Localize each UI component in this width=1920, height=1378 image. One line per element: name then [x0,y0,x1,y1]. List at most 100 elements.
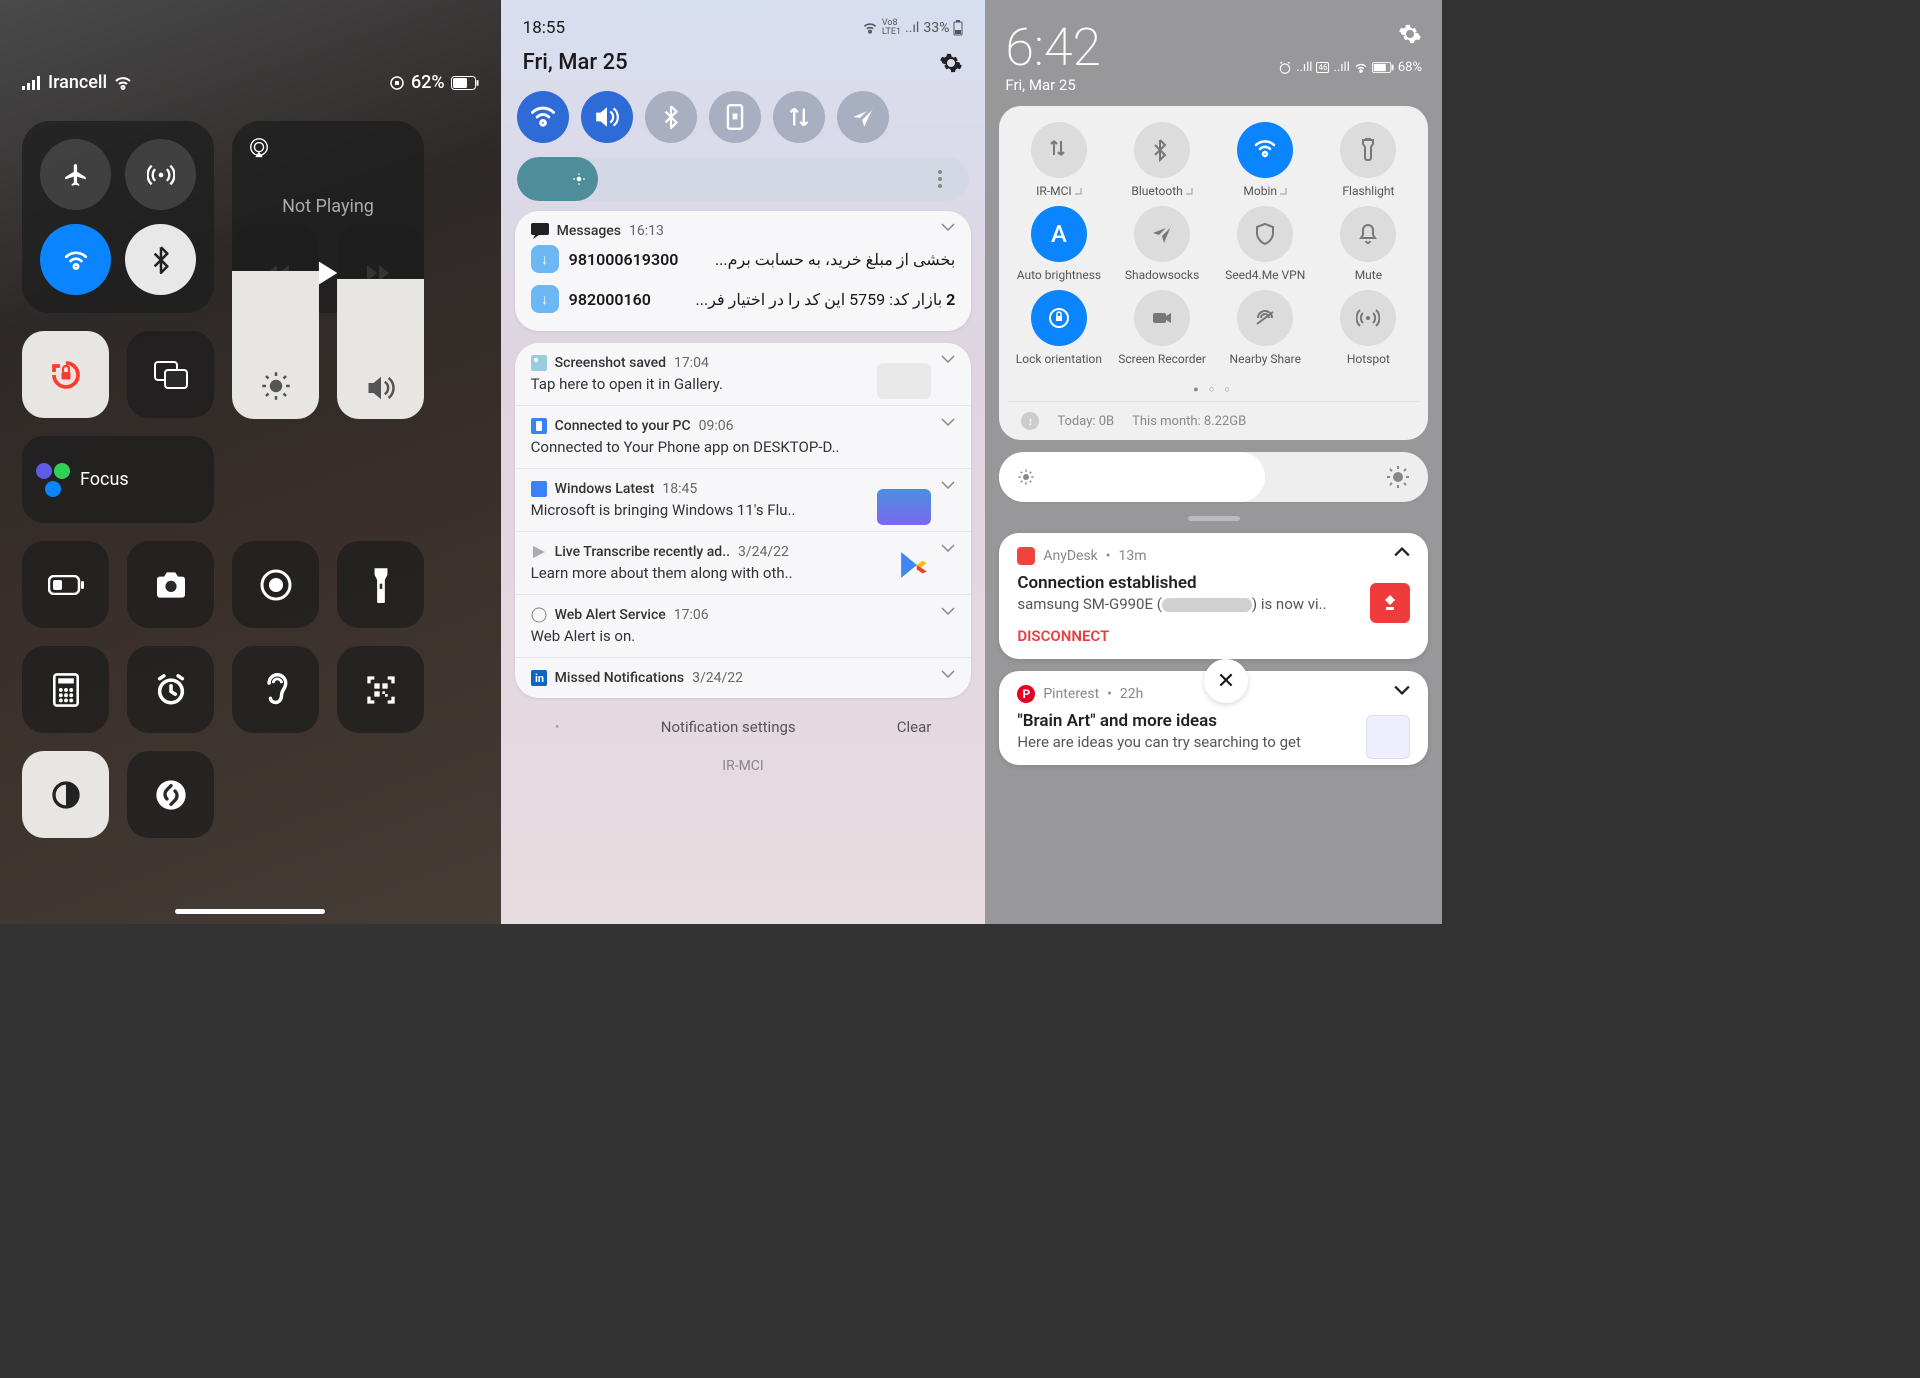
chevron-down-icon[interactable] [941,607,955,615]
shazam-button[interactable] [127,751,214,838]
nearby-icon [1253,306,1277,330]
sound-toggle[interactable] [581,91,633,143]
notif-body: Learn more about them along with oth.. [531,564,956,582]
screenshot-notification[interactable]: Screenshot saved 17:04 Tap here to open … [515,343,972,406]
screen-mirror-button[interactable] [127,331,214,418]
toggle-mute[interactable]: Mute [1322,206,1414,282]
msg-preview: 2 بازار کد: 5759 این کد را در اختیار فر.… [661,290,955,309]
rotate-lock-toggle[interactable] [709,91,761,143]
flashlight-button[interactable] [337,541,424,628]
notif-title: Screenshot saved [555,355,666,371]
camera-button[interactable] [127,541,214,628]
yourphone-icon [531,418,547,434]
home-indicator[interactable] [175,909,325,914]
chevron-down-icon[interactable] [941,223,955,231]
cellular-data-toggle[interactable] [125,139,196,210]
settings-gear-icon[interactable] [1398,22,1422,46]
notif-title: Web Alert Service [555,607,666,623]
toggle-lock-orientation[interactable]: Lock orientation [1013,290,1105,366]
ios-control-center: Irancell 62% Not Playing [0,0,501,924]
record-button[interactable] [232,541,319,628]
toggle-mobin[interactable]: Mobin [1219,122,1311,198]
brightness-slider[interactable] [999,452,1428,502]
focus-toggle[interactable]: Focus [22,436,214,523]
record-icon [259,568,293,602]
location-toggle[interactable] [837,91,889,143]
flashlight-icon [1356,138,1380,162]
bluetooth-toggle[interactable] [125,224,196,295]
wifi-toggle[interactable] [40,224,111,295]
chevron-up-icon[interactable] [1394,547,1410,557]
windows-latest-notification[interactable]: Windows Latest 18:45 Microsoft is bringi… [515,469,972,532]
dark-mode-toggle[interactable] [22,751,109,838]
video-icon [1150,306,1174,330]
battery-icon [953,20,963,36]
toggle-hotspot[interactable]: Hotspot [1322,290,1414,366]
toggle-flashlight[interactable]: Flashlight [1322,122,1414,198]
sender-number: 982000160 [569,290,651,309]
wifi-toggle[interactable] [517,91,569,143]
web-alert-notification[interactable]: Web Alert Service 17:06 Web Alert is on. [515,595,972,658]
screenshot-thumb [877,363,931,399]
airplane-mode-toggle[interactable] [40,139,111,210]
live-transcribe-notification[interactable]: Live Transcribe recently ad.. 3/24/22 Le… [515,532,972,595]
notif-time: 22h [1120,686,1143,702]
toggle-auto-brightness[interactable]: A Auto brightness [1013,206,1105,282]
chevron-down-icon[interactable] [941,670,955,678]
notif-title: Connection established [1017,573,1410,593]
sync-arrows-icon [787,105,811,129]
bell-icon [1356,222,1380,246]
more-vert-icon[interactable] [938,170,942,188]
ear-icon [263,672,289,708]
bluetooth-icon [1150,138,1174,162]
gallery-icon [531,355,547,371]
toggle-shadowsocks[interactable]: Shadowsocks [1116,206,1208,282]
anydesk-notification[interactable]: AnyDesk • 13m Connection established sam… [999,533,1428,659]
clear-button[interactable]: Clear [897,718,932,736]
chevron-down-icon[interactable] [941,355,955,363]
chevron-down-icon[interactable] [941,481,955,489]
usage-today-label: Today: 0B [1057,414,1114,429]
alarm-button[interactable] [127,646,214,733]
close-button[interactable]: ✕ [1204,659,1248,703]
app-name-label: Pinterest [1043,686,1099,702]
toggle-bluetooth[interactable]: Bluetooth [1116,122,1208,198]
toggle-screen-recorder[interactable]: Screen Recorder [1116,290,1208,366]
low-power-button[interactable] [22,541,109,628]
chevron-down-icon[interactable] [941,544,955,552]
ios-status-bar: Irancell 62% [22,0,479,93]
notif-time: 3/24/22 [692,670,743,686]
disconnect-button[interactable]: DISCONNECT [1017,627,1410,645]
brightness-slider[interactable] [517,157,970,201]
airplay-icon[interactable] [248,137,270,159]
notification-settings-link[interactable]: Notification settings [661,718,796,736]
calculator-button[interactable] [22,646,109,733]
news-icon [531,481,547,497]
volume-slider[interactable] [337,224,424,419]
hearing-button[interactable] [232,646,319,733]
brightness-slider[interactable] [232,224,319,419]
notif-time: 17:04 [674,355,709,371]
missed-notifications[interactable]: in Missed Notifications 3/24/22 [515,658,972,698]
chevron-down-icon[interactable] [941,418,955,426]
calculator-icon [53,673,79,707]
wifi-icon [113,76,133,90]
orientation-lock-toggle[interactable] [22,331,109,418]
toggle-seed4-me-vpn[interactable]: Seed4.Me VPN [1219,206,1311,282]
pinterest-notification[interactable]: ✕ P Pinterest • 22h "Brain Art" and more… [999,671,1428,765]
drag-handle[interactable] [1188,516,1240,521]
quick-toggles-row [515,81,972,153]
qr-scan-button[interactable] [337,646,424,733]
bluetooth-toggle[interactable] [645,91,697,143]
toggle-nearby-share[interactable]: Nearby Share [1219,290,1311,366]
chevron-down-icon[interactable] [1394,685,1410,695]
toggle-ir-mci[interactable]: IR-MCI [1013,122,1105,198]
connectivity-card[interactable] [22,121,214,313]
messages-notification-group[interactable]: Messages 16:13 ↓ 981000619300 بخشی از مب… [515,211,972,331]
yourphone-notification[interactable]: Connected to your PC 09:06 Connected to … [515,406,972,469]
data-sync-toggle[interactable] [773,91,825,143]
anydesk-app-icon [1017,547,1035,565]
samsung-notification-panel: 18:55 Vo8LTE1 ..ıl 33% Fri, Mar 25 Messa… [501,0,986,924]
page-indicator[interactable]: ● ○ ○ [1007,374,1420,401]
settings-gear-icon[interactable] [939,51,963,75]
